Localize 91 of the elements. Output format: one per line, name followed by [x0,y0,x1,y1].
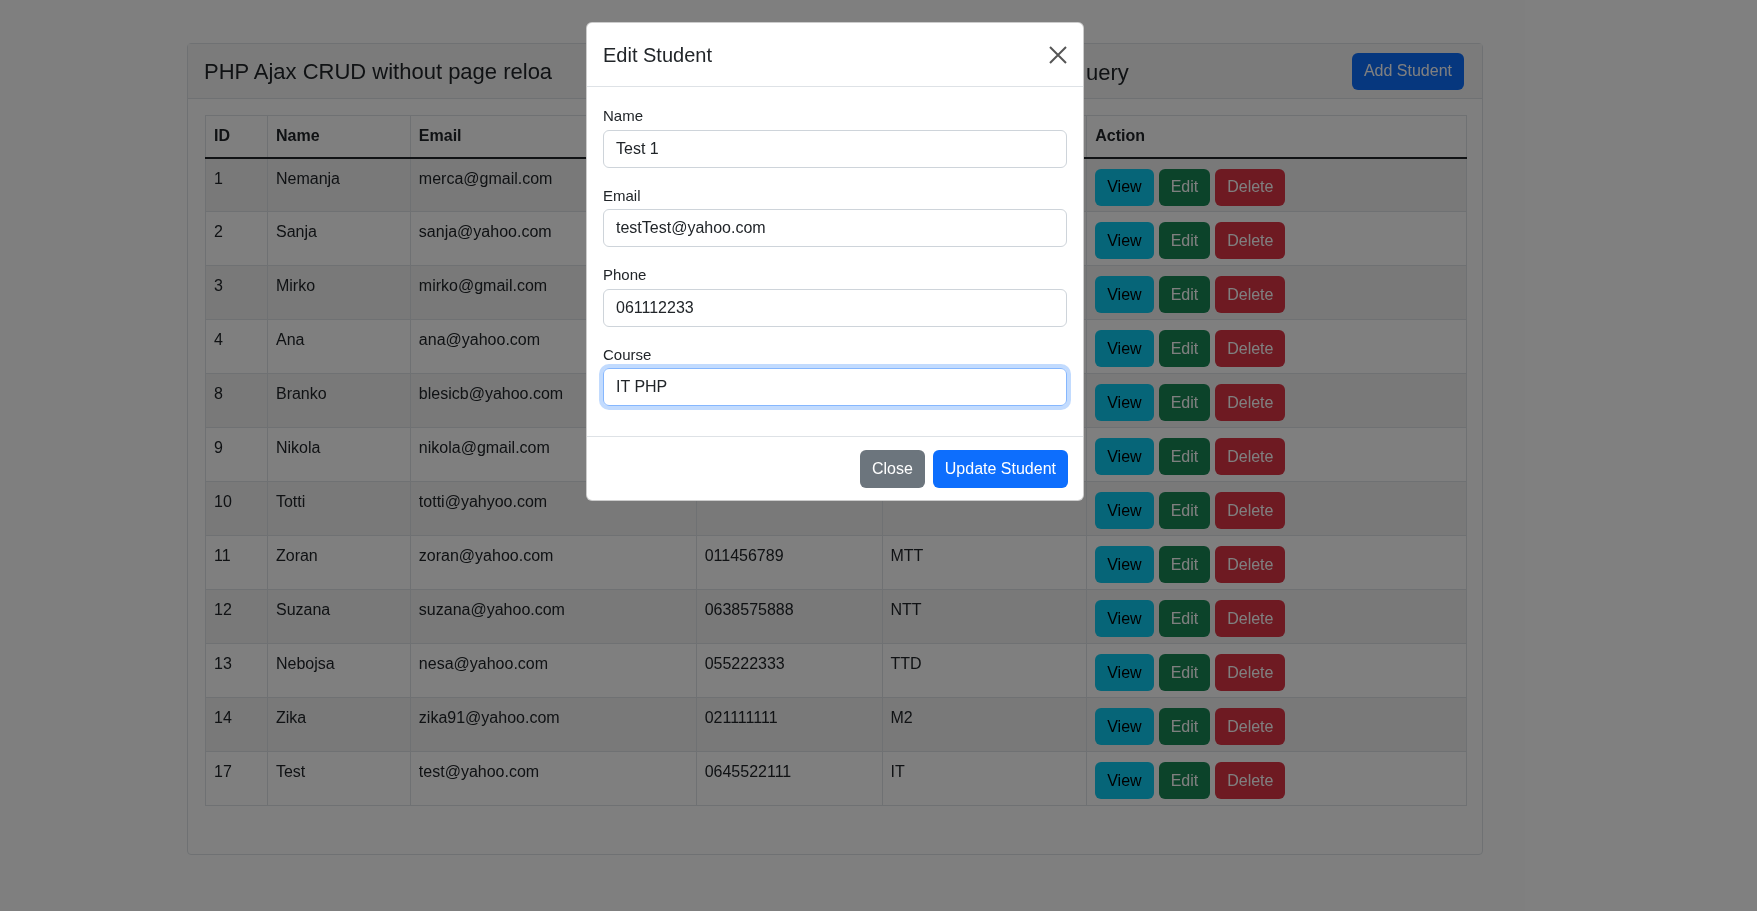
table-cell: Test [267,751,411,806]
table-cell: 11 [205,535,268,590]
card-title: uery [1086,59,1129,87]
table-cell: Zoran [267,535,411,590]
input-field[interactable]: Test 1 [603,129,1067,168]
edit-button[interactable]: Edit [1158,330,1211,367]
column-header: Action [1086,115,1467,158]
close-icon[interactable] [1049,45,1067,64]
delete-button[interactable]: Delete [1215,384,1286,421]
table-cell: M2 [882,697,1087,752]
view-button[interactable]: View [1095,330,1154,367]
table-cell: 4 [205,319,268,374]
view-button[interactable]: View [1095,222,1154,259]
table-cell: 021111111 [696,697,882,752]
table-cell: Nemanja [267,157,411,212]
table-cell: Nikola [267,427,411,482]
edit-button[interactable]: Edit [1158,600,1211,637]
delete-button[interactable]: Delete [1215,654,1286,691]
table-cell: Zika [267,697,411,752]
view-button[interactable]: View [1095,600,1154,637]
table-cell: zoran@yahoo.com [410,535,697,590]
table-cell: test@yahoo.com [410,751,697,806]
column-header: ID [205,115,268,158]
view-button[interactable]: View [1095,762,1154,799]
table-cell: Nebojsa [267,643,411,698]
delete-button[interactable]: Delete [1215,276,1286,313]
delete-button[interactable]: Delete [1215,600,1286,637]
input-field[interactable]: 061112233 [603,288,1067,327]
table-cell: Sanja [267,211,411,266]
edit-button[interactable]: Edit [1158,708,1211,745]
view-button[interactable]: View [1095,546,1154,583]
table-cell: NTT [882,589,1087,644]
table-cell: Mirko [267,265,411,320]
edit-button[interactable]: Edit [1158,438,1211,475]
view-button[interactable]: View [1095,708,1154,745]
edit-button[interactable]: Edit [1158,492,1211,529]
edit-button[interactable]: Edit [1158,384,1211,421]
delete-button[interactable]: Delete [1215,438,1286,475]
edit-button[interactable]: Edit [1158,762,1211,799]
field-label: Phone [603,265,648,285]
view-button[interactable]: View [1095,384,1154,421]
table-cell: 13 [205,643,268,698]
delete-button[interactable]: Delete [1215,546,1286,583]
table-cell: 8 [205,373,268,428]
view-button[interactable]: View [1095,168,1154,206]
edit-button[interactable]: Edit [1158,276,1211,313]
edit-button[interactable]: Edit [1158,546,1211,583]
table-cell: 055222333 [696,643,882,698]
field-label: Email [603,185,642,206]
delete-button[interactable]: Delete [1215,708,1286,745]
table-cell: 3 [205,265,268,320]
table-cell: 2 [205,211,268,266]
edit-button[interactable]: Edit [1158,654,1211,691]
delete-button[interactable]: Delete [1215,762,1286,799]
table-cell: 12 [205,589,268,644]
table-cell: 0645522111 [696,751,882,806]
table-cell: 011456789 [696,535,882,590]
table-cell: MTT [882,535,1087,590]
update-student-button[interactable]: Update Student [932,449,1068,488]
add-student-button[interactable]: Add Student [1351,52,1464,90]
table-cell: nesa@yahoo.com [410,643,697,698]
table-cell: Totti [267,481,411,536]
table-cell: 10 [205,481,268,536]
table-cell: Suzana [267,589,411,644]
table-cell: 14 [205,697,268,752]
close-button[interactable]: Close [859,449,925,488]
view-button[interactable]: View [1095,276,1154,313]
input-field[interactable]: testTest@yahoo.com [603,209,1067,247]
column-header: Name [267,115,411,158]
table-cell: IT [882,751,1087,806]
view-button[interactable]: View [1095,438,1154,475]
card-title: PHP Ajax CRUD without page reloa [204,57,553,86]
table-cell: 0638575888 [696,589,882,644]
table-cell: zika91@yahoo.com [410,697,697,752]
table-cell: 9 [205,427,268,482]
delete-button[interactable]: Delete [1215,492,1286,529]
table-cell: TTD [882,643,1087,698]
edit-button[interactable]: Edit [1158,222,1211,259]
table-cell: 17 [205,751,268,806]
edit-button[interactable]: Edit [1158,168,1211,206]
view-button[interactable]: View [1095,492,1154,529]
dialog-title: Edit Student [603,42,712,68]
delete-button[interactable]: Delete [1215,330,1286,367]
table-cell: Branko [267,373,411,428]
delete-button[interactable]: Delete [1215,168,1286,206]
table-cell: suzana@yahoo.com [410,589,697,644]
field-label: Course [603,344,653,365]
delete-button[interactable]: Delete [1215,222,1286,259]
table-cell: Ana [267,319,411,374]
table-cell: 1 [205,157,268,212]
view-button[interactable]: View [1095,654,1154,691]
